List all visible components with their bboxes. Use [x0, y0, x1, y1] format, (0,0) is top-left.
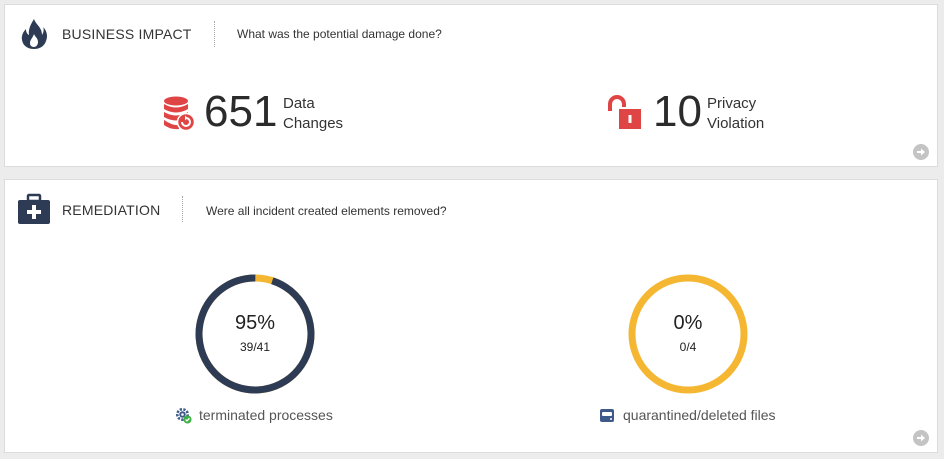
business-impact-panel: BUSINESS IMPACT What was the potential d… [4, 4, 938, 167]
fire-icon [21, 19, 47, 49]
quarantined-files-label: quarantined/deleted files [623, 407, 776, 423]
terminated-processes-fraction: 39/41 [239, 340, 271, 354]
quarantined-files-percent: 0% [673, 312, 703, 334]
header-separator [182, 196, 183, 222]
header-separator [214, 21, 215, 47]
data-changes-label-line1: Data [283, 95, 315, 112]
gear-check-icon [176, 408, 192, 424]
remediation-title: REMEDIATION [62, 202, 161, 218]
quarantined-files-donut: 0% 0/4 [626, 272, 750, 396]
quarantined-files-caption: quarantined/deleted files [599, 406, 819, 424]
privacy-violation-label: Privacy Violation [707, 94, 764, 134]
business-impact-question: What was the potential damage done? [237, 27, 442, 41]
terminated-processes-label: terminated processes [199, 407, 333, 423]
terminated-processes-donut: 95% 39/41 [193, 272, 317, 396]
privacy-violation-stat: 10 Privacy Violation [607, 87, 807, 139]
arrow-right-icon[interactable] [913, 430, 929, 446]
terminated-processes-percent: 95% [234, 312, 276, 334]
database-restore-icon [164, 96, 196, 131]
data-changes-label: Data Changes [283, 94, 343, 134]
data-changes-label-line2: Changes [283, 115, 344, 132]
quarantined-files-fraction: 0/4 [679, 340, 697, 354]
quarantine-drive-icon [600, 409, 614, 422]
privacy-violation-label-line2: Violation [707, 115, 765, 132]
data-changes-stat: 651 Data Changes [161, 87, 381, 139]
privacy-violation-value: 10 [653, 87, 702, 136]
business-impact-title: BUSINESS IMPACT [62, 26, 192, 42]
remediation-question: Were all incident created elements remov… [206, 204, 447, 218]
unlocked-padlock-icon [608, 95, 641, 129]
terminated-processes-caption: terminated processes [175, 406, 375, 424]
remediation-panel: REMEDIATION Were all incident created el… [4, 179, 938, 453]
privacy-violation-label-line1: Privacy [707, 95, 757, 112]
arrow-right-icon[interactable] [913, 144, 929, 160]
first-aid-kit-icon [18, 193, 50, 224]
data-changes-value: 651 [204, 87, 278, 136]
